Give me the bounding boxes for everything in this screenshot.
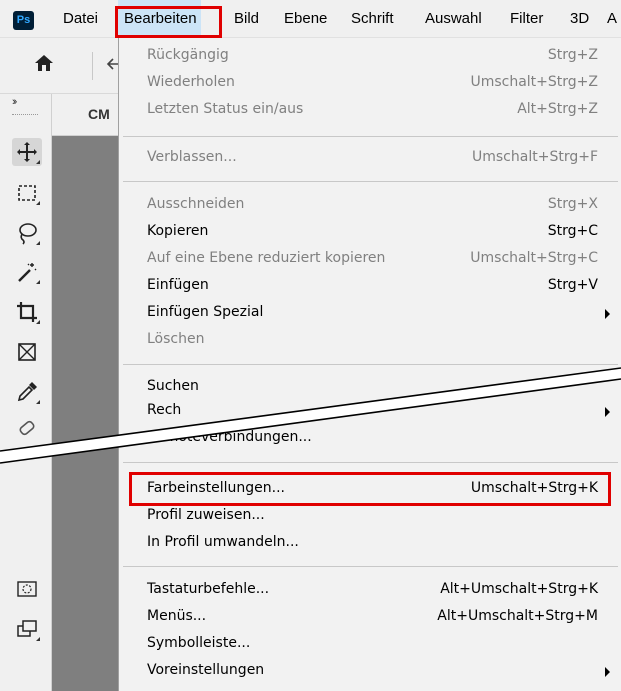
document-tab-bar: CM (52, 94, 120, 136)
menu-item-verblassen[interactable]: Verblassen... Umschalt+Strg+F (119, 146, 621, 170)
canvas-area[interactable] (52, 136, 120, 691)
frame-icon (18, 343, 36, 361)
menu-separator (123, 566, 618, 567)
menu-item-reduziert-kopieren[interactable]: Auf eine Ebene reduziert kopieren Umschal… (119, 247, 621, 271)
menu-item-symbolleiste[interactable]: Symbolleiste... (119, 632, 621, 656)
menu-item-remoteverbindungen[interactable]: Remoteverbindungen... (119, 426, 621, 450)
menu-item-einfuegen[interactable]: Einfügen Strg+V (119, 274, 621, 298)
menu-item-ausschneiden[interactable]: Ausschneiden Strg+X (119, 193, 621, 217)
submenu-arrow-icon (605, 309, 610, 319)
crop-tool[interactable] (12, 298, 42, 326)
frame-tool[interactable] (12, 338, 42, 366)
panel-grip[interactable] (12, 114, 38, 118)
quick-mask-icon (17, 581, 37, 597)
magic-wand-tool[interactable] (12, 258, 42, 286)
collapse-panel-icon[interactable]: ›› (12, 96, 18, 108)
menu-highlight-box (115, 6, 222, 38)
menu-item-suchen[interactable]: Suchen (119, 375, 621, 399)
item-highlight-box (129, 472, 611, 506)
eyedropper-tool[interactable] (12, 378, 42, 406)
menu-item-kopieren[interactable]: Kopieren Strg+C (119, 220, 621, 244)
photoshop-logo-icon: Ps (13, 11, 34, 30)
menu-ebene[interactable]: Ebene (284, 0, 327, 38)
menu-item-in-profil-umwandeln[interactable]: In Profil umwandeln... (119, 531, 621, 555)
menu-filter[interactable]: Filter (510, 0, 543, 38)
screen-mode-tool[interactable] (12, 615, 42, 643)
menu-3d[interactable]: 3D (570, 0, 589, 38)
marquee-tool[interactable] (12, 179, 42, 207)
lasso-tool[interactable] (12, 219, 42, 247)
menu-item-einfuegen-spezial[interactable]: Einfügen Spezial (119, 301, 621, 325)
submenu-arrow-icon (605, 407, 610, 417)
tools-panel: ›› (0, 94, 52, 691)
menu-datei[interactable]: Datei (63, 0, 98, 38)
menu-item-voreinstellungen[interactable]: Voreinstellungen (119, 659, 621, 683)
menu-auswahl[interactable]: Auswahl (425, 0, 482, 38)
menu-item-rueckgaengig[interactable]: Rückgängig Strg+Z (119, 44, 621, 68)
menu-separator (123, 181, 618, 182)
quick-mask-tool[interactable] (12, 575, 42, 603)
document-tab[interactable]: CM (88, 106, 110, 122)
menu-item-wiederholen[interactable]: Wiederholen Umschalt+Strg+Z (119, 71, 621, 95)
menu-item-letzten-status[interactable]: Letzten Status ein/aus Alt+Strg+Z (119, 98, 621, 122)
edit-menu-dropdown: Rückgängig Strg+Z Wiederholen Umschalt+Str… (118, 38, 621, 691)
menu-item-profil-zuweisen[interactable]: Profil zuweisen... (119, 504, 621, 528)
menu-separator (123, 462, 618, 463)
healing-brush-tool[interactable] (12, 415, 42, 443)
menu-a[interactable]: A (607, 0, 617, 38)
healing-brush-icon (19, 420, 35, 436)
options-separator (92, 52, 93, 80)
menu-item-menues[interactable]: Menüs... Alt+Umschalt+Strg+M (119, 605, 621, 629)
options-bar (0, 38, 120, 94)
menu-item-rech-partial[interactable]: Rech (119, 399, 621, 423)
submenu-arrow-icon (605, 667, 610, 677)
menu-item-tastaturbefehle[interactable]: Tastaturbefehle... Alt+Umschalt+Strg+K (119, 578, 621, 602)
menu-item-loeschen[interactable]: Löschen (119, 328, 621, 352)
menu-bar: Ps Datei Bearbeiten Bild Ebene Schrift A… (0, 0, 621, 38)
move-tool[interactable] (12, 138, 42, 166)
menu-separator (123, 364, 618, 365)
menu-schrift[interactable]: Schrift (351, 0, 394, 38)
menu-bild[interactable]: Bild (234, 0, 259, 38)
menu-separator (123, 136, 618, 137)
home-icon[interactable] (33, 53, 55, 78)
